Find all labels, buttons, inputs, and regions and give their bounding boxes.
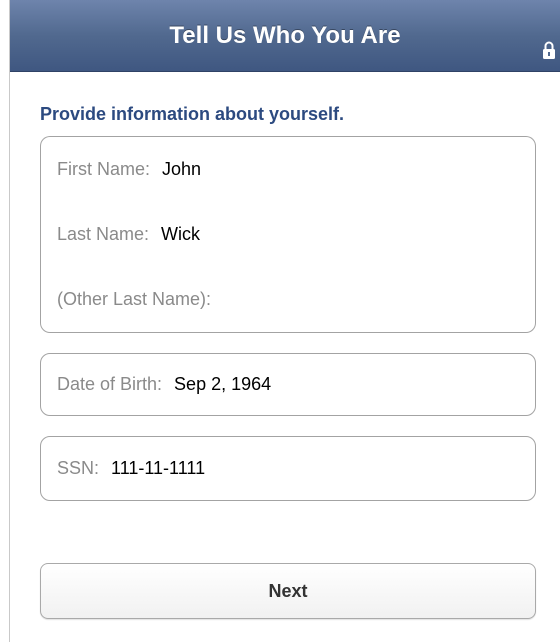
ssn-label: SSN: [57, 458, 100, 478]
date-of-birth-field[interactable]: Date of Birth: Sep 2, 1964 [40, 353, 536, 416]
other-last-name-field[interactable]: (Other Last Name): [40, 267, 536, 333]
next-button[interactable]: Next [40, 563, 536, 619]
last-name-value[interactable]: Wick [161, 224, 200, 245]
ssn-field[interactable]: SSN: 111-11-1111 [40, 436, 536, 501]
first-name-field[interactable]: First Name: John [40, 136, 536, 202]
ssn-value[interactable]: 111-11-1111 [111, 458, 205, 479]
nav-bar: Tell Us Who You Are [10, 0, 560, 72]
last-name-field[interactable]: Last Name: Wick [40, 201, 536, 268]
left-frame-edge [0, 0, 10, 642]
first-name-value[interactable]: John [162, 159, 201, 180]
date-of-birth-label: Date of Birth: [57, 374, 163, 394]
first-name-label: First Name: [57, 158, 151, 179]
other-last-name-label: (Other Last Name): [57, 289, 212, 309]
lock-icon [543, 41, 555, 59]
last-name-label: Last Name: [57, 223, 150, 244]
date-of-birth-value[interactable]: Sep 2, 1964 [174, 374, 271, 395]
page-title: Tell Us Who You Are [169, 22, 401, 49]
form-subtitle: Provide information about yourself. [40, 104, 345, 124]
